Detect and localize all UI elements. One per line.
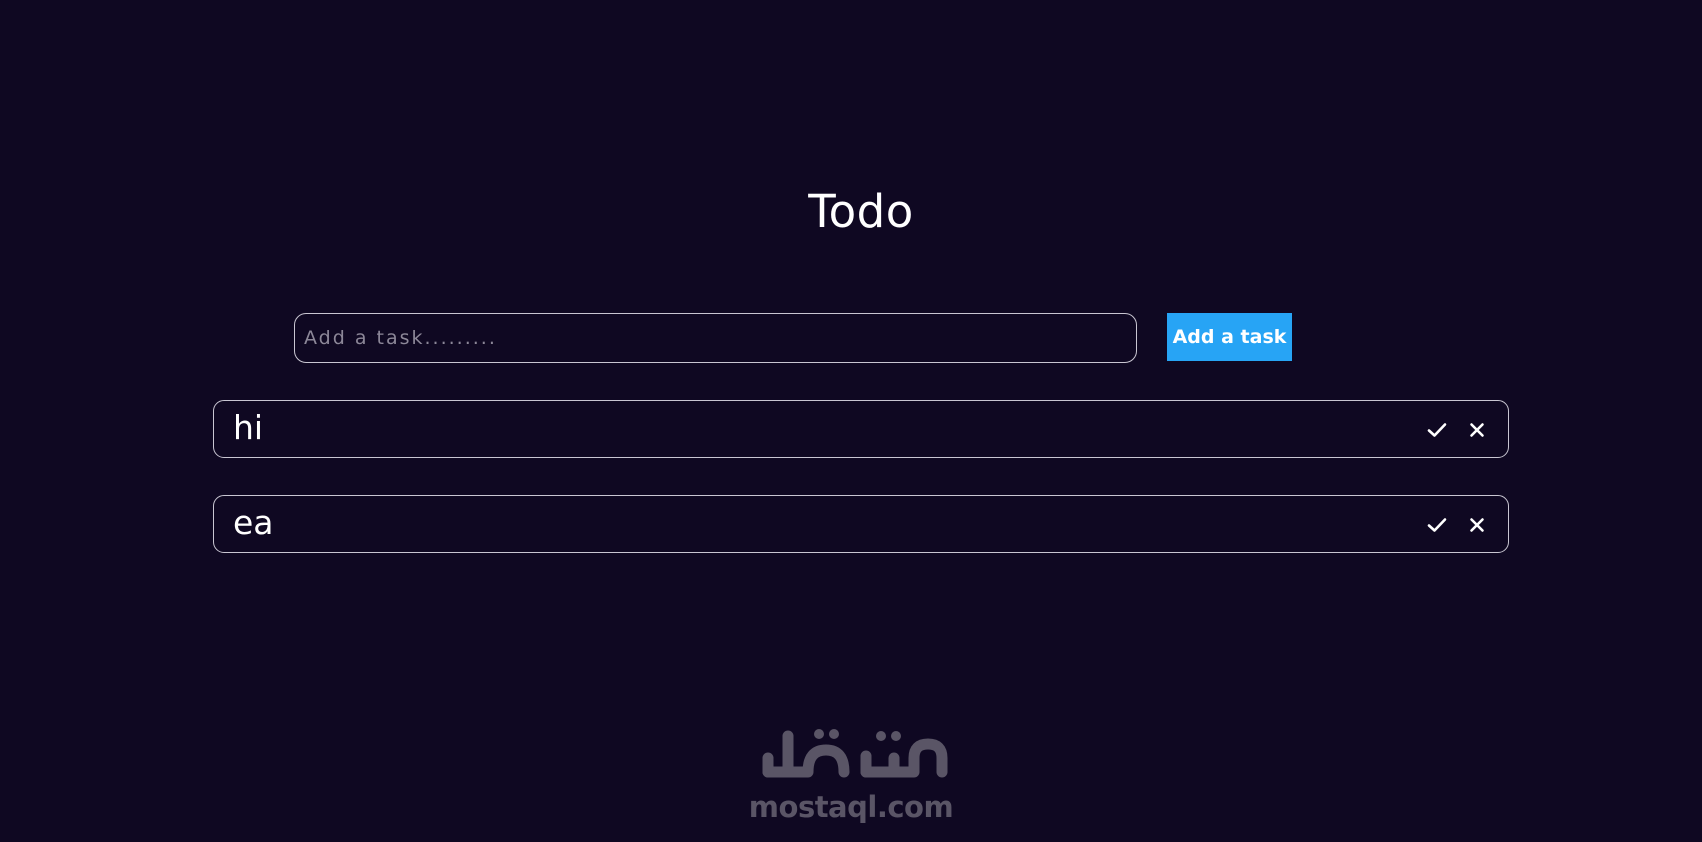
close-icon[interactable]: [1466, 419, 1488, 441]
check-icon[interactable]: [1426, 514, 1448, 536]
logo-domain-text: mostaql.com: [748, 790, 954, 824]
page-title: Todo: [808, 185, 914, 238]
add-task-input[interactable]: [294, 313, 1137, 363]
add-task-button[interactable]: Add a task: [1167, 313, 1292, 361]
task-actions: [1426, 419, 1488, 441]
task-actions: [1426, 514, 1488, 536]
task-text: ea: [233, 502, 274, 542]
task-text: hi: [233, 407, 264, 447]
mostaql-arabic-wordmark: [762, 729, 948, 778]
mostaql-watermark-logo: mostaql.com: [748, 728, 954, 828]
task-item: ea: [213, 495, 1509, 553]
task-item: hi: [213, 400, 1509, 458]
todo-page: Todo Add a task hi ea: [0, 0, 1702, 842]
close-icon[interactable]: [1466, 514, 1488, 536]
check-icon[interactable]: [1426, 419, 1448, 441]
